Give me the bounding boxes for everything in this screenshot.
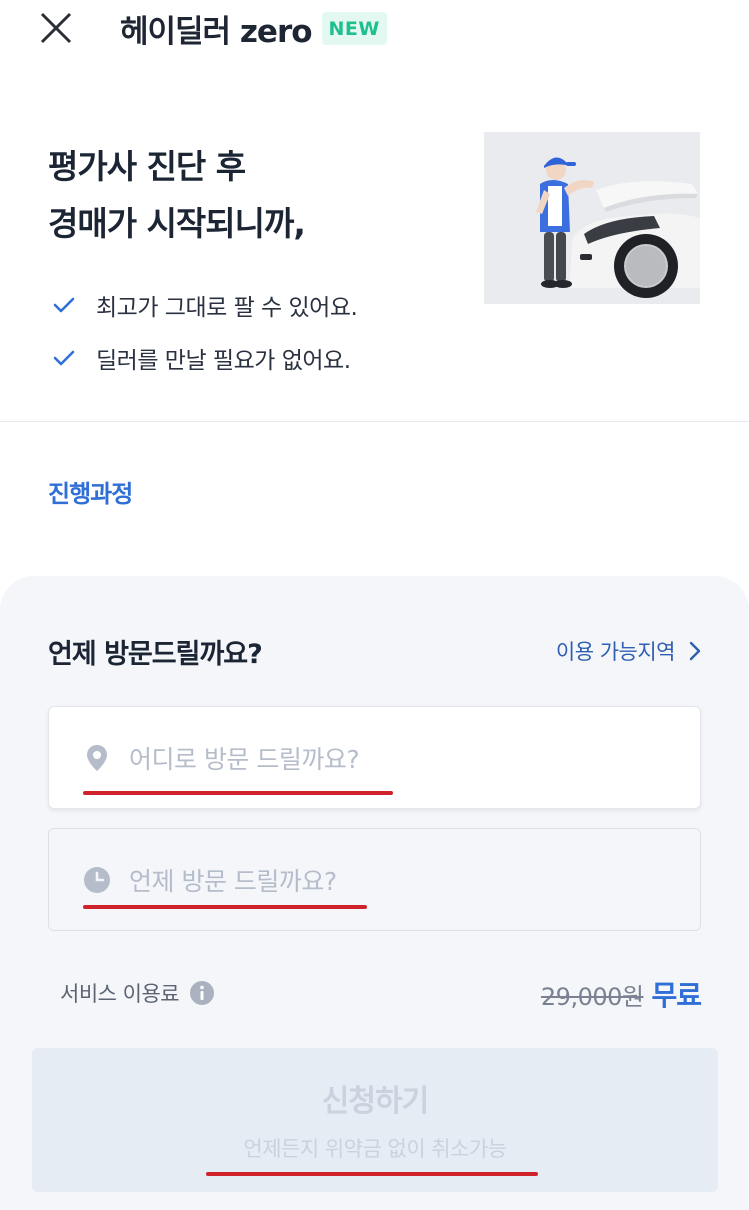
annotation-underline	[206, 1172, 538, 1176]
panel-title: 언제 방문드릴까요?	[48, 639, 263, 670]
benefit-item: 딜러를 만날 필요가 없어요.	[52, 331, 357, 384]
clock-icon	[83, 866, 111, 894]
time-placeholder: 언제 방문 드릴까요?	[129, 867, 337, 896]
submit-button[interactable]: 신청하기 언제든지 위약금 없이 취소가능	[32, 1048, 718, 1192]
mechanic-illustration	[484, 132, 700, 304]
booking-panel: 언제 방문드릴까요? 이용 가능지역 어디로 방문 드릴까요? 언제 방문 드릴…	[0, 576, 749, 1210]
time-input[interactable]: 언제 방문 드릴까요?	[48, 828, 701, 931]
discounted-price: 무료	[651, 979, 702, 1012]
chevron-right-icon	[689, 641, 701, 661]
header: 헤이딜러 zero NEW	[0, 0, 749, 56]
service-fee-row: 서비스 이용료 29,000원 무료	[60, 974, 702, 1014]
brand-logo: 헤이딜러 zero NEW	[120, 6, 387, 51]
hero-title: 평가사 진단 후 경매가 시작되니까,	[48, 138, 306, 252]
hero-section: 평가사 진단 후 경매가 시작되니까, 최고가 그대로 팔 수 있어요. 딜러를…	[0, 56, 749, 422]
service-fee-label-group: 서비스 이용료	[60, 978, 215, 1008]
benefit-text: 최고가 그대로 팔 수 있어요.	[96, 294, 358, 321]
checkmark-icon	[52, 345, 78, 371]
annotation-underline	[83, 905, 367, 909]
close-icon	[40, 12, 72, 44]
service-fee-label: 서비스 이용료	[60, 982, 180, 1006]
submit-label: 신청하기	[321, 1084, 429, 1119]
submit-sub-label: 언제든지 위약금 없이 취소가능	[243, 1137, 507, 1161]
original-price: 29,000원	[540, 983, 644, 1011]
info-icon[interactable]	[189, 980, 215, 1006]
available-area-label: 이용 가능지역	[555, 640, 676, 664]
annotation-underline	[83, 791, 393, 795]
available-area-link[interactable]: 이용 가능지역	[556, 636, 701, 666]
section-divider	[0, 421, 749, 422]
benefit-text: 딜러를 만날 필요가 없어요.	[96, 347, 351, 374]
brand-name: 헤이딜러 zero	[120, 14, 313, 50]
location-input[interactable]: 어디로 방문 드릴까요?	[48, 706, 701, 809]
hero-title-line-2: 경매가 시작되니까,	[48, 204, 306, 243]
close-button[interactable]	[36, 8, 76, 48]
location-placeholder: 어디로 방문 드릴까요?	[129, 745, 360, 774]
process-link[interactable]: 진행과정	[48, 474, 133, 509]
benefit-list: 최고가 그대로 팔 수 있어요. 딜러를 만날 필요가 없어요.	[52, 278, 358, 384]
benefit-item: 최고가 그대로 팔 수 있어요.	[52, 278, 358, 331]
new-badge: NEW	[321, 12, 387, 45]
location-pin-icon	[83, 744, 111, 772]
checkmark-icon	[52, 292, 78, 318]
hero-title-line-1: 평가사 진단 후	[48, 147, 246, 186]
service-fee-prices: 29,000원 무료	[540, 974, 702, 1014]
